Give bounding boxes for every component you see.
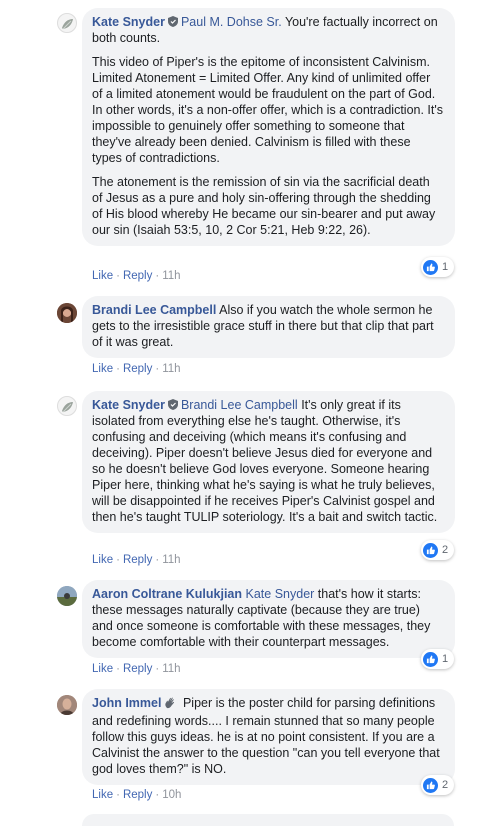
profile-photo-icon <box>57 303 77 323</box>
comment-bubble: Brandi Lee Campbell Also if you watch th… <box>82 296 455 358</box>
reply-tag[interactable]: Brandi Lee Campbell <box>181 398 298 412</box>
profile-photo-icon <box>57 586 77 606</box>
reaction-count[interactable]: 1 <box>421 257 455 277</box>
reply-tag[interactable]: Kate Snyder <box>246 587 315 601</box>
comment-time[interactable]: 10h <box>162 789 181 801</box>
comment-bubble: Kate Snyder Brandi Lee Campbell It's only… <box>82 391 455 533</box>
reply-button[interactable]: Reply <box>123 663 152 675</box>
comment-time[interactable]: 11h <box>162 270 180 282</box>
like-button[interactable]: Like <box>92 363 113 375</box>
reply-button[interactable]: Reply <box>123 270 152 282</box>
like-button[interactable]: Like <box>92 789 113 801</box>
comment-author[interactable]: Aaron Coltrane Kulukjian <box>92 587 242 601</box>
reaction-number: 2 <box>442 779 449 791</box>
comment-text: It's only great if its isolated from eve… <box>92 398 438 524</box>
like-button[interactable]: Like <box>92 270 113 282</box>
comment-bubble: Aaron Coltrane Kulukjian Kate Snyder tha… <box>82 580 455 658</box>
avatar[interactable] <box>57 695 77 715</box>
avatar[interactable] <box>57 396 77 416</box>
comment-actions: Like · Reply · 11h <box>92 554 181 566</box>
reaction-count[interactable]: 2 <box>421 540 455 560</box>
avatar[interactable] <box>57 586 77 606</box>
comment-time[interactable]: 11h <box>162 663 180 675</box>
reply-tag[interactable]: Paul M. Dohse Sr. <box>181 15 282 29</box>
thumbs-up-icon <box>423 777 438 793</box>
thumbs-up-icon <box>423 542 438 558</box>
reply-button[interactable]: Reply <box>123 789 152 801</box>
shield-badge-icon <box>167 15 178 27</box>
reaction-count[interactable]: 2 <box>421 775 455 795</box>
comment-author[interactable]: Kate Snyder <box>92 398 165 412</box>
profile-photo-icon <box>57 695 77 715</box>
reaction-count[interactable]: 1 <box>421 649 455 669</box>
comment-actions: Like · Reply · 11h <box>92 363 181 375</box>
comment-bubble: John Immel Piper is the poster child for… <box>82 689 455 785</box>
thumbs-up-icon <box>423 259 438 275</box>
comment-time[interactable]: 11h <box>162 363 180 375</box>
leaf-avatar-icon <box>62 402 73 413</box>
shield-badge-icon <box>167 398 178 410</box>
comment-text: The atonement is the remission of sin vi… <box>92 175 436 237</box>
comment-actions: Like · Reply · 11h <box>92 270 181 282</box>
reaction-number: 1 <box>442 261 449 273</box>
comment-bubble: Kate Snyder Paul M. Dohse Sr. You're fact… <box>82 8 455 246</box>
comment-author[interactable]: Brandi Lee Campbell <box>92 303 216 317</box>
next-comment-bubble <box>82 814 454 826</box>
waving-hand-icon <box>164 697 176 713</box>
reaction-number: 2 <box>442 544 449 556</box>
comment-actions: Like · Reply · 11h <box>92 663 181 675</box>
avatar[interactable] <box>57 303 77 323</box>
comment-author[interactable]: John Immel <box>92 696 161 710</box>
comment-time[interactable]: 11h <box>162 554 180 566</box>
comment-actions: Like · Reply · 10h <box>92 789 182 801</box>
thumbs-up-icon <box>423 651 438 667</box>
like-button[interactable]: Like <box>92 554 113 566</box>
leaf-avatar-icon <box>62 19 73 30</box>
reply-button[interactable]: Reply <box>123 363 152 375</box>
comment-text: This video of Piper's is the epitome of … <box>92 55 444 165</box>
comment-author[interactable]: Kate Snyder <box>92 15 165 29</box>
like-button[interactable]: Like <box>92 663 113 675</box>
avatar[interactable] <box>57 13 77 33</box>
reaction-number: 1 <box>442 653 449 665</box>
reply-button[interactable]: Reply <box>123 554 152 566</box>
